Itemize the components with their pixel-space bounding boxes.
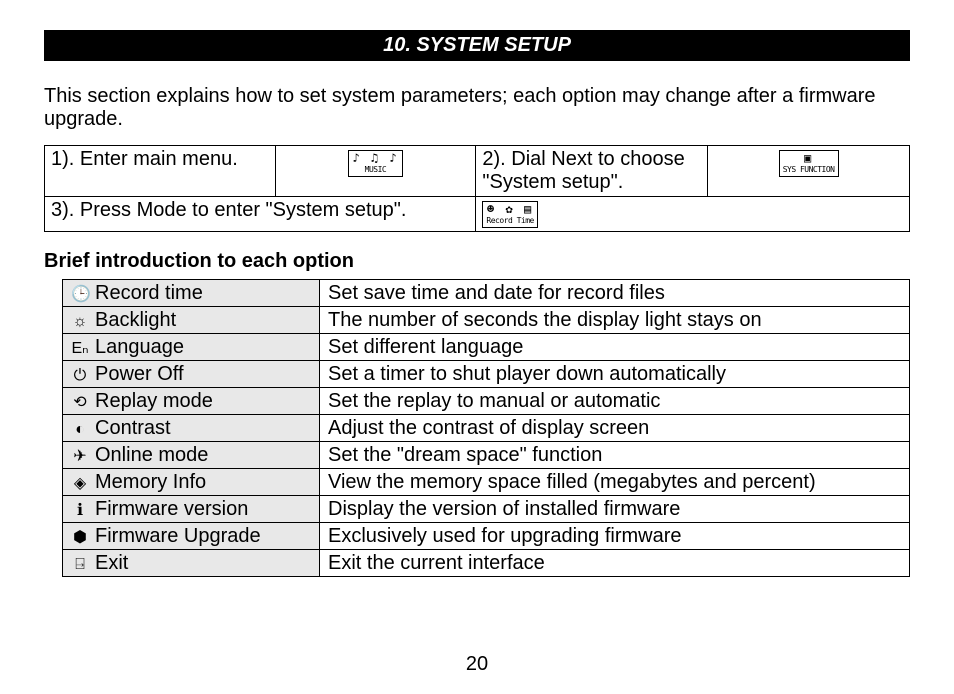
option-desc: Set save time and date for record files [320, 279, 910, 306]
step-3-text: 3). Press Mode to enter "System setup". [45, 197, 476, 232]
steps-table: 1). Enter main menu. ♪ ♫ ♪ MUSIC 2). Dia… [44, 145, 910, 232]
option-desc: Display the version of installed firmwar… [320, 495, 910, 522]
option-row: ◈ Memory Info View the memory space filled… [63, 468, 910, 495]
option-row: Eₙ Language Set different language [63, 333, 910, 360]
step-1-label: MUSIC [352, 166, 398, 175]
option-name-cell: Eₙ Language [63, 333, 320, 360]
step-1-image: ♪ ♫ ♪ MUSIC [275, 146, 476, 197]
option-name-cell: 🕒 Record time [63, 279, 320, 306]
options-table: 🕒 Record time Set save time and date for r… [62, 279, 910, 577]
option-row: 🕒 Record time Set save time and date for r… [63, 279, 910, 306]
option-icon: ◐ [71, 420, 89, 441]
option-name-cell: ◐ Contrast [63, 414, 320, 441]
option-desc: Set different language [320, 333, 910, 360]
option-icon: ⏻ [71, 366, 89, 387]
option-name: Memory Info [95, 471, 206, 493]
step-1-glyphs: ♪ ♫ ♪ [352, 151, 398, 165]
option-desc: Set a timer to shut player down automati… [320, 360, 910, 387]
option-name-cell: ⬢ Firmware Upgrade [63, 522, 320, 549]
option-icon: ✈ [71, 447, 89, 468]
option-name: Record time [95, 282, 203, 304]
option-row: ⟲ Replay mode Set the replay to manual or … [63, 387, 910, 414]
option-desc: Exit the current interface [320, 549, 910, 576]
option-name: Backlight [95, 309, 176, 331]
option-name: Power Off [95, 363, 184, 385]
option-name-cell: ✈ Online mode [63, 441, 320, 468]
step-2-label: SYS FUNCTION [783, 166, 835, 175]
option-name: Exit [95, 552, 128, 574]
option-desc: Exclusively used for upgrading firmware [320, 522, 910, 549]
step-2-glyphs: ▣ [804, 151, 813, 165]
option-desc: The number of seconds the display light … [320, 306, 910, 333]
page-number: 20 [0, 653, 954, 676]
option-desc: Set the "dream space" function [320, 441, 910, 468]
option-name: Firmware Upgrade [95, 525, 261, 547]
options-subheader: Brief introduction to each option [44, 250, 910, 273]
step-2-text: 2). Dial Next to choose "System setup". [476, 146, 708, 197]
step-1-text: 1). Enter main menu. [45, 146, 276, 197]
option-icon: ℹ [71, 501, 89, 522]
option-name: Online mode [95, 444, 208, 466]
option-row: ⍈ Exit Exit the current interface [63, 549, 910, 576]
option-desc: Set the replay to manual or automatic [320, 387, 910, 414]
option-name: Firmware version [95, 498, 248, 520]
option-row: ⏻ Power Off Set a timer to shut player dow… [63, 360, 910, 387]
option-name-cell: ◈ Memory Info [63, 468, 320, 495]
option-name-cell: ⟲ Replay mode [63, 387, 320, 414]
option-icon: ☼ [71, 312, 89, 333]
step-3-image: ☻ ✿ ▤ Record Time [476, 197, 910, 232]
option-row: ☼ Backlight The number of seconds the disp… [63, 306, 910, 333]
step-3-glyphs: ☻ ✿ ▤ [487, 202, 533, 216]
section-header: 10. SYSTEM SETUP [44, 30, 910, 61]
option-row: ⬢ Firmware Upgrade Exclusively used for up… [63, 522, 910, 549]
option-icon: ◈ [71, 474, 89, 495]
option-desc: Adjust the contrast of display screen [320, 414, 910, 441]
option-icon: 🕒 [71, 285, 89, 306]
option-row: ✈ Online mode Set the "dream space" functi… [63, 441, 910, 468]
option-row: ℹ Firmware version Display the version of … [63, 495, 910, 522]
intro-text: This section explains how to set system … [44, 85, 910, 131]
option-name-cell: ⏻ Power Off [63, 360, 320, 387]
step-3-label: Record Time [486, 217, 533, 226]
option-icon: ⟲ [71, 393, 89, 414]
option-name: Replay mode [95, 390, 213, 412]
option-icon: ⬢ [71, 528, 89, 549]
option-name-cell: ⍈ Exit [63, 549, 320, 576]
option-name-cell: ℹ Firmware version [63, 495, 320, 522]
option-icon: ⍈ [71, 555, 89, 576]
step-2-image: ▣ SYS FUNCTION [708, 146, 910, 197]
option-desc: View the memory space filled (megabytes … [320, 468, 910, 495]
option-name: Contrast [95, 417, 171, 439]
option-name: Language [95, 336, 184, 358]
option-icon: Eₙ [71, 339, 89, 360]
option-row: ◐ Contrast Adjust the contrast of display … [63, 414, 910, 441]
option-name-cell: ☼ Backlight [63, 306, 320, 333]
